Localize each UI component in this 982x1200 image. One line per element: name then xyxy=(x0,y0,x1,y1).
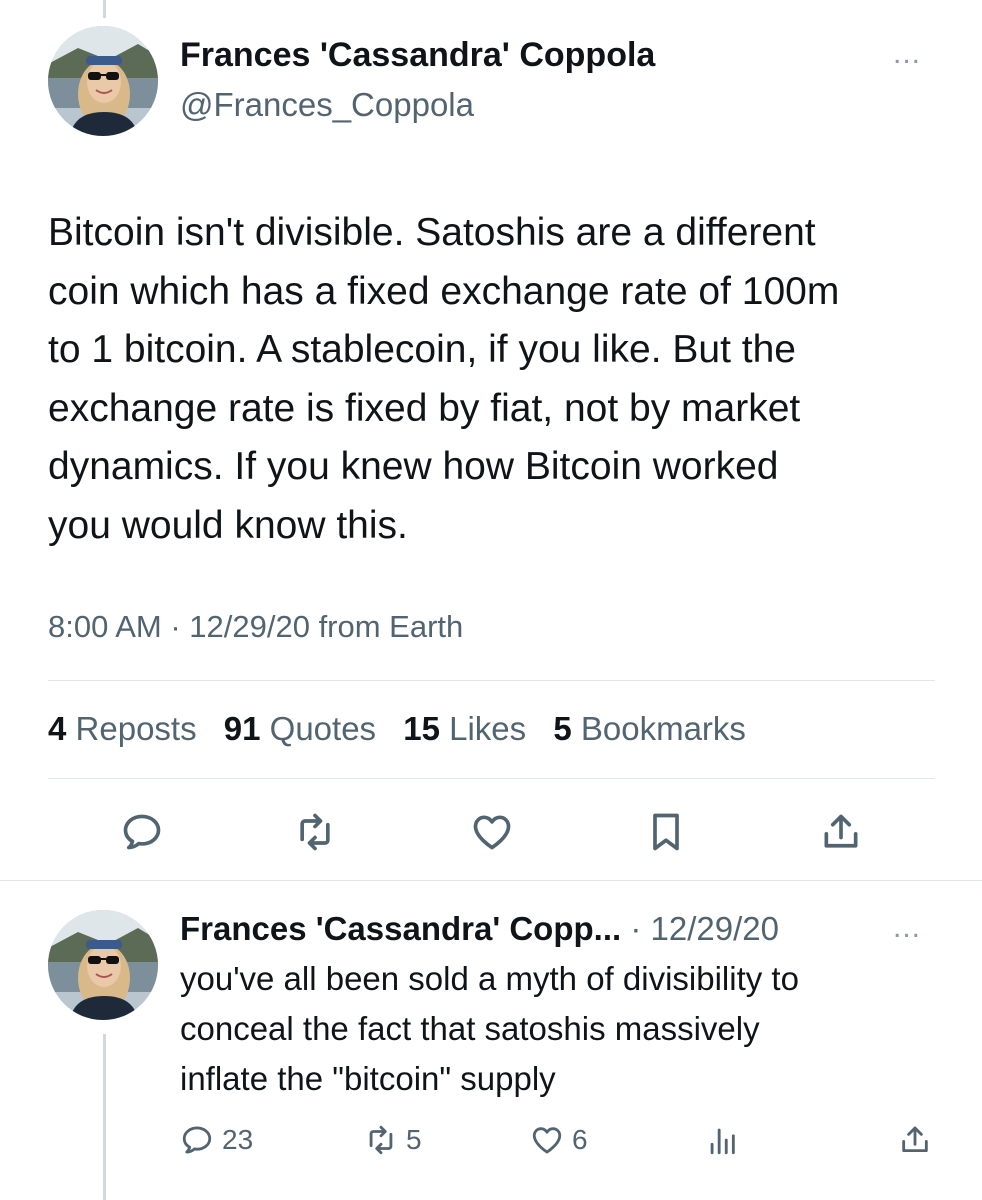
like-icon xyxy=(473,815,511,850)
divider xyxy=(48,680,935,681)
repost-icon xyxy=(300,813,330,851)
avatar-photo xyxy=(48,910,158,1020)
share-button[interactable] xyxy=(817,808,865,856)
reply-text: you've all been sold a myth of divisibil… xyxy=(180,960,799,1097)
thread-line xyxy=(103,1034,106,1200)
more-options-icon[interactable]: ... xyxy=(893,39,921,69)
more-options-icon[interactable]: ... xyxy=(893,913,921,943)
divider xyxy=(0,880,982,881)
author-handle[interactable]: @Frances_Coppola xyxy=(180,86,474,124)
reply-icon xyxy=(123,814,161,850)
share-icon xyxy=(902,1126,928,1153)
bookmarks-stat[interactable]: 5 Bookmarks xyxy=(553,710,746,747)
bookmark-button[interactable] xyxy=(642,808,690,856)
divider xyxy=(48,778,935,779)
quotes-stat[interactable]: 91 Quotes xyxy=(224,710,376,747)
reply-header: Frances 'Cassandra' Copp... · 12/29/20 xyxy=(180,910,779,948)
like-icon xyxy=(532,1127,562,1154)
reply-reply-button[interactable]: 23 xyxy=(180,1120,253,1160)
tweet-text: Bitcoin isn't divisible. Satoshis are a … xyxy=(48,211,840,547)
engagement-stats: 4 Reposts 91 Quotes 15 Likes 5 Bookmarks xyxy=(48,710,764,748)
author-name[interactable]: Frances 'Cassandra' Coppola xyxy=(180,36,655,75)
repost-icon xyxy=(369,1125,393,1155)
avatar[interactable] xyxy=(48,26,158,136)
like-count: 6 xyxy=(572,1124,588,1155)
reply-button[interactable] xyxy=(118,808,166,856)
reply-icon xyxy=(182,1126,212,1154)
reply-count: 23 xyxy=(222,1124,254,1155)
reply-share-button[interactable] xyxy=(898,1120,940,1160)
reply-date[interactable]: · 12/29/20 xyxy=(621,910,779,947)
reply-avatar[interactable] xyxy=(48,910,158,1020)
bookmark-icon xyxy=(653,813,679,851)
likes-stat[interactable]: 15 Likes xyxy=(403,710,526,747)
reply-views-button[interactable] xyxy=(705,1120,747,1160)
reply-author-name[interactable]: Frances 'Cassandra' Copp... xyxy=(180,910,621,947)
repost-button[interactable] xyxy=(291,808,339,856)
reply-repost-button[interactable]: 5 xyxy=(364,1120,422,1160)
repost-count: 5 xyxy=(406,1124,422,1155)
reposts-stat[interactable]: 4 Reposts xyxy=(48,710,197,747)
share-icon xyxy=(824,814,858,848)
avatar-photo xyxy=(48,26,158,136)
reply-like-button[interactable]: 6 xyxy=(530,1120,588,1160)
like-button[interactable] xyxy=(468,808,516,856)
thread-line-top xyxy=(103,0,106,18)
views-icon xyxy=(710,1128,735,1155)
tweet-timestamp[interactable]: 8:00 AM · 12/29/20 from Earth xyxy=(48,609,463,645)
